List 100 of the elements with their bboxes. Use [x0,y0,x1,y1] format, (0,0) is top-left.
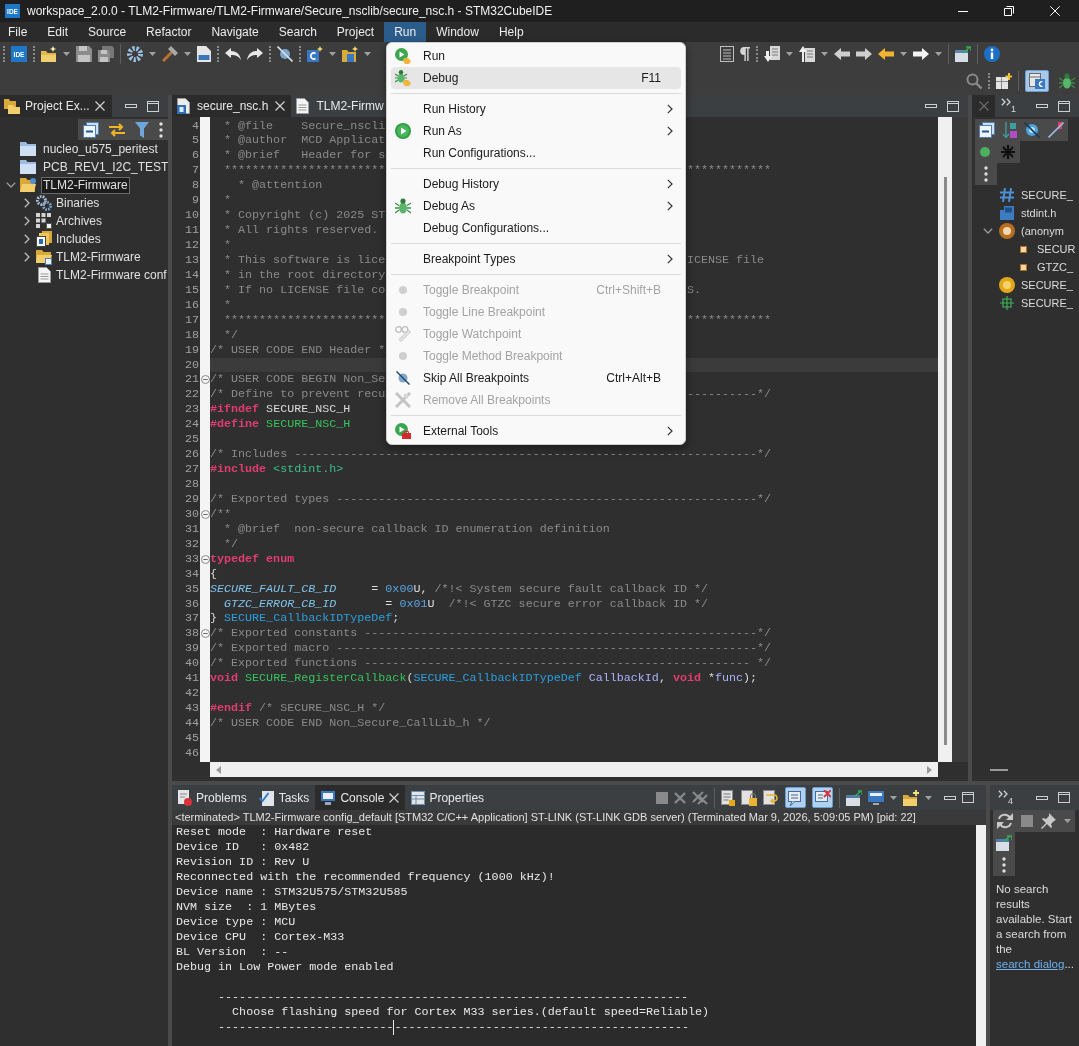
fold-icon[interactable] [200,629,210,639]
menu-item[interactable]: Run History [391,98,681,120]
document-icon[interactable] [721,789,735,806]
new-folder-icon[interactable] [342,46,358,62]
dropdown-arrow-icon[interactable] [821,52,828,56]
perspective-button[interactable] [1025,69,1049,92]
cross-icon[interactable] [674,791,686,804]
redo-icon[interactable] [247,48,263,60]
search-dialog-link[interactable]: search dialog [996,958,1065,970]
new-window-icon[interactable] [955,46,971,62]
vertical-scrollbar[interactable] [976,825,986,1046]
dropdown-arrow-icon[interactable] [935,52,942,56]
collapse-all-icon[interactable] [978,122,995,138]
editor-tab[interactable]: TLM2-Firmw [291,95,384,117]
more-icon[interactable] [1002,857,1006,873]
dropdown-arrow-icon[interactable] [364,52,371,56]
outline-item[interactable]: SECURE_ [1021,189,1073,201]
dropdown-arrow-icon[interactable] [890,795,897,800]
menu-item[interactable]: Source [78,22,137,42]
outline-item[interactable]: GTZC_ [1037,261,1074,273]
more-views-button[interactable]: 1 [1001,98,1016,114]
sort-icon[interactable] [1002,122,1017,138]
menu-item[interactable]: Run As [391,120,681,142]
minimize-icon[interactable] [925,104,937,108]
dropdown-arrow-icon[interactable] [149,52,156,56]
refresh-icon[interactable] [996,813,1013,829]
menu-item[interactable]: Run [384,22,427,42]
new-c-file-icon[interactable] [307,46,323,62]
dropdown-arrow-icon[interactable] [63,52,70,56]
outline-item[interactable]: (anonym [1021,225,1064,237]
arrow-down-document-icon[interactable] [764,46,780,62]
new-folder-icon[interactable] [903,789,919,806]
back-arrow-icon[interactable] [878,48,894,60]
locked-document-icon[interactable] [741,789,757,806]
view-tab[interactable]: Tasks [252,785,316,810]
stop-icon[interactable] [1020,815,1033,827]
restore-icon[interactable] [1004,6,1014,16]
search-icon[interactable] [966,72,982,89]
tree-item[interactable]: TLM2-Firmware [41,176,130,194]
tree-item[interactable]: PCB_REV1_I2C_TEST [41,158,171,176]
monitor-icon[interactable] [868,790,884,805]
maximize-icon[interactable] [962,792,974,803]
pin-icon[interactable] [1040,813,1057,829]
more-views-button[interactable]: 4 [998,789,1013,806]
crossed-out-icon[interactable] [1048,122,1065,138]
menu-item[interactable]: Navigate [201,22,269,42]
chevron-down-icon[interactable] [983,228,993,234]
toggle-button[interactable] [812,787,833,808]
back-arrow-icon[interactable] [834,48,850,60]
view-tab[interactable]: Problems [172,785,253,810]
info-icon[interactable] [984,46,1000,62]
save-all-icon[interactable] [98,46,114,62]
window-arrow-icon[interactable] [846,789,862,806]
menu-item[interactable]: Run [391,45,681,67]
view-tab[interactable]: Properties [405,785,491,810]
double-cross-icon[interactable] [692,790,708,805]
toggle-button[interactable] [785,787,806,808]
arrow-up-document-icon[interactable] [799,46,815,62]
undo-icon[interactable] [225,48,241,60]
table-plus-icon[interactable] [996,72,1012,89]
maximize-icon[interactable] [1058,100,1070,112]
menu-item[interactable]: Debug As [391,195,681,217]
document-icon[interactable] [720,46,734,62]
menu-item[interactable]: Debug F11 [391,67,681,89]
dropdown-arrow-icon[interactable] [1064,819,1072,823]
minimize-icon[interactable] [125,104,137,108]
save-icon[interactable] [76,46,92,62]
more-icon[interactable] [984,166,988,182]
dropdown-arrow-icon[interactable] [786,52,793,56]
menu-item[interactable]: Project [326,22,385,42]
tree-item[interactable]: Archives [54,212,104,230]
dropdown-arrow-icon[interactable] [925,795,932,800]
scrollbar-thumb[interactable] [944,177,947,745]
minimize-icon[interactable] [958,10,968,12]
chevron-down-icon[interactable] [6,182,16,188]
crossed-circle-icon[interactable] [1024,122,1041,138]
fold-icon[interactable] [200,375,210,385]
menu-item[interactable]: Help [488,22,534,42]
gear-icon[interactable] [127,46,143,62]
forward-arrow-icon[interactable] [913,48,929,60]
more-icon[interactable] [159,121,163,138]
menu-item[interactable]: Skip All Breakpoints Ctrl+Alt+B [391,367,681,389]
menu-item[interactable]: External Tools [391,420,681,442]
two-way-arrows-icon[interactable] [109,122,125,137]
wrapped-document-icon[interactable] [763,789,779,806]
vertical-scrollbar[interactable] [938,117,952,762]
new-folder-icon[interactable] [41,46,57,62]
view-tab[interactable]: Console [315,785,406,810]
forward-arrow-icon[interactable] [856,48,872,60]
tree-item[interactable]: nucleo_u575_peritest [41,140,160,158]
outline-item[interactable]: SECUR [1037,243,1076,255]
menu-item[interactable]: Window [426,22,489,42]
tree-item[interactable]: Binaries [54,194,102,212]
dropdown-arrow-icon[interactable] [900,52,907,56]
chevron-right-icon[interactable] [24,198,30,208]
circle-icon[interactable] [980,147,991,157]
maximize-icon[interactable] [947,100,959,112]
maximize-icon[interactable] [1058,792,1070,803]
tree-item[interactable]: TLM2-Firmware conf [54,266,169,284]
tree-item[interactable]: Includes [54,230,103,248]
